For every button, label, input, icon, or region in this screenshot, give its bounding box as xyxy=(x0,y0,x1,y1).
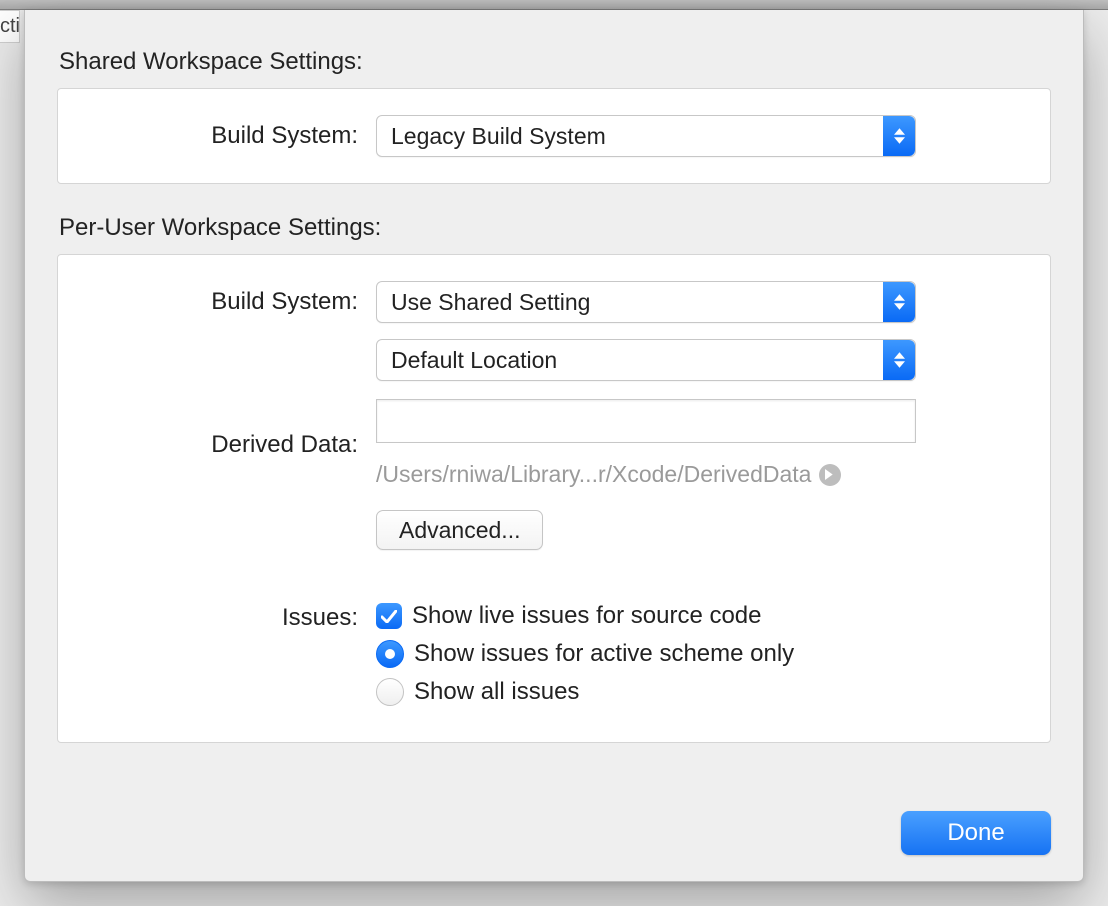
issues-active-scheme-radio[interactable]: Show issues for active scheme only xyxy=(376,640,794,668)
workspace-settings-sheet: cti Shared Workspace Settings: Build Sys… xyxy=(0,0,1108,906)
shared-build-system-popup[interactable]: Legacy Build System xyxy=(376,115,916,157)
live-issues-checkbox-row[interactable]: Show live issues for source code xyxy=(376,602,762,630)
done-button[interactable]: Done xyxy=(901,811,1051,855)
sheet-footer: Done xyxy=(57,785,1051,855)
shared-build-system-value: Legacy Build System xyxy=(391,123,606,150)
chevron-up-down-icon xyxy=(883,116,915,156)
per-user-settings-heading: Per-User Workspace Settings: xyxy=(59,214,1051,242)
shared-settings-heading: Shared Workspace Settings: xyxy=(59,48,1051,76)
reveal-in-finder-icon[interactable] xyxy=(819,464,841,486)
derived-data-popup[interactable]: Default Location xyxy=(376,339,916,381)
per-user-build-system-popup[interactable]: Use Shared Setting xyxy=(376,281,916,323)
issues-all-radio[interactable]: Show all issues xyxy=(376,678,579,706)
chevron-up-down-icon xyxy=(883,282,915,322)
issues-all-label: Show all issues xyxy=(414,678,579,706)
checkbox-checked-icon xyxy=(376,603,402,629)
derived-data-custom-path-input[interactable] xyxy=(376,399,916,443)
derived-data-label: Derived Data: xyxy=(86,431,376,459)
window-titlebar xyxy=(0,0,1108,10)
issues-active-scheme-label: Show issues for active scheme only xyxy=(414,640,794,668)
issues-label: Issues: xyxy=(86,602,376,632)
chevron-up-down-icon xyxy=(883,340,915,380)
per-user-settings-box: Build System: Use Shared Setting Derived… xyxy=(57,254,1051,743)
radio-selected-icon xyxy=(376,640,404,668)
shared-settings-box: Build System: Legacy Build System xyxy=(57,88,1051,184)
settings-panel: Shared Workspace Settings: Build System:… xyxy=(24,10,1084,882)
per-user-build-system-label: Build System: xyxy=(86,288,376,316)
per-user-build-system-value: Use Shared Setting xyxy=(391,289,590,316)
shared-build-system-label: Build System: xyxy=(86,122,376,150)
derived-data-resolved-path: /Users/rniwa/Library...r/Xcode/DerivedDa… xyxy=(376,461,811,488)
derived-data-value: Default Location xyxy=(391,347,557,374)
radio-unselected-icon xyxy=(376,678,404,706)
advanced-button[interactable]: Advanced... xyxy=(376,510,543,550)
background-tab-fragment: cti xyxy=(0,10,20,43)
live-issues-label: Show live issues for source code xyxy=(412,602,762,630)
